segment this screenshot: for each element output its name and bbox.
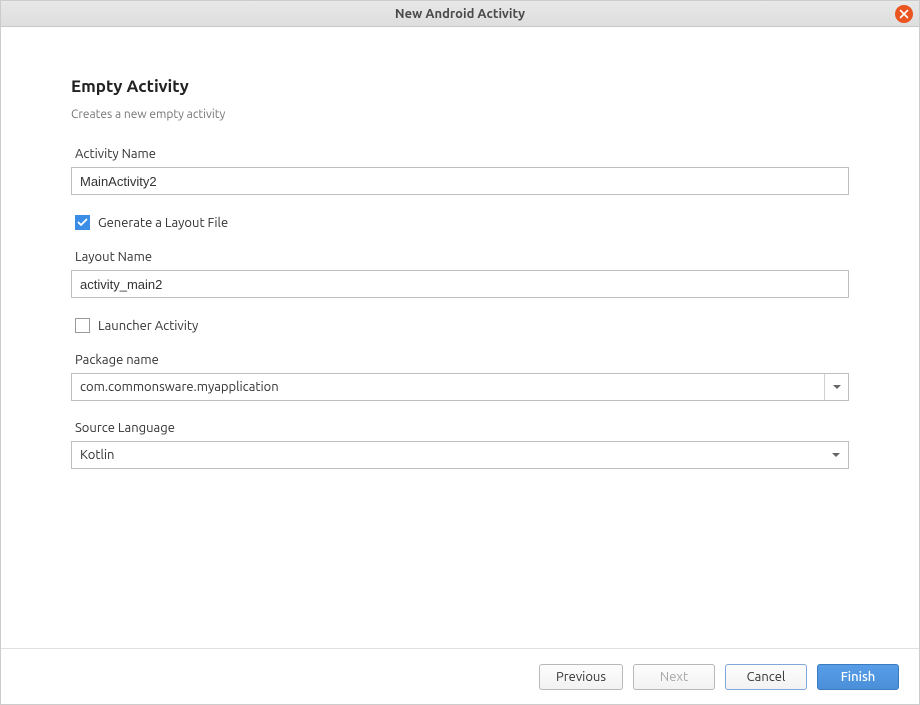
activity-name-label: Activity Name [71, 147, 849, 161]
previous-button[interactable]: Previous [539, 664, 623, 690]
next-button: Next [633, 664, 715, 690]
close-button[interactable] [895, 5, 913, 23]
source-language-select[interactable]: Kotlin [71, 441, 849, 469]
source-language-value: Kotlin [72, 448, 824, 462]
window-title: New Android Activity [395, 7, 525, 21]
package-name-arrow[interactable] [824, 374, 848, 400]
layout-name-input[interactable] [71, 270, 849, 298]
generate-layout-label: Generate a Layout File [98, 216, 228, 230]
cancel-button[interactable]: Cancel [725, 664, 807, 690]
package-name-value: com.commonsware.myapplication [72, 380, 824, 394]
package-name-combo[interactable]: com.commonsware.myapplication [71, 373, 849, 401]
activity-name-group: Activity Name [71, 147, 849, 195]
generate-layout-checkbox[interactable] [75, 215, 90, 230]
chevron-down-icon [832, 453, 840, 458]
page-title: Empty Activity [71, 77, 849, 96]
page-subtitle: Creates a new empty activity [71, 108, 849, 121]
titlebar: New Android Activity [1, 1, 919, 27]
chevron-down-icon [833, 385, 841, 390]
package-name-label: Package name [71, 353, 849, 367]
activity-name-input[interactable] [71, 167, 849, 195]
check-icon [77, 217, 88, 228]
launcher-activity-row[interactable]: Launcher Activity [71, 318, 849, 333]
source-language-group: Source Language Kotlin [71, 421, 849, 469]
launcher-activity-label: Launcher Activity [98, 319, 198, 333]
layout-name-group: Layout Name [71, 250, 849, 298]
dialog-window: New Android Activity Empty Activity Crea… [0, 0, 920, 705]
generate-layout-row[interactable]: Generate a Layout File [71, 215, 849, 230]
launcher-activity-checkbox[interactable] [75, 318, 90, 333]
package-name-group: Package name com.commonsware.myapplicati… [71, 353, 849, 401]
layout-name-label: Layout Name [71, 250, 849, 264]
dialog-footer: Previous Next Cancel Finish [1, 648, 919, 704]
finish-button[interactable]: Finish [817, 664, 899, 690]
source-language-label: Source Language [71, 421, 849, 435]
source-language-arrow[interactable] [824, 442, 848, 468]
close-icon [899, 9, 909, 19]
dialog-content: Empty Activity Creates a new empty activ… [1, 27, 919, 648]
